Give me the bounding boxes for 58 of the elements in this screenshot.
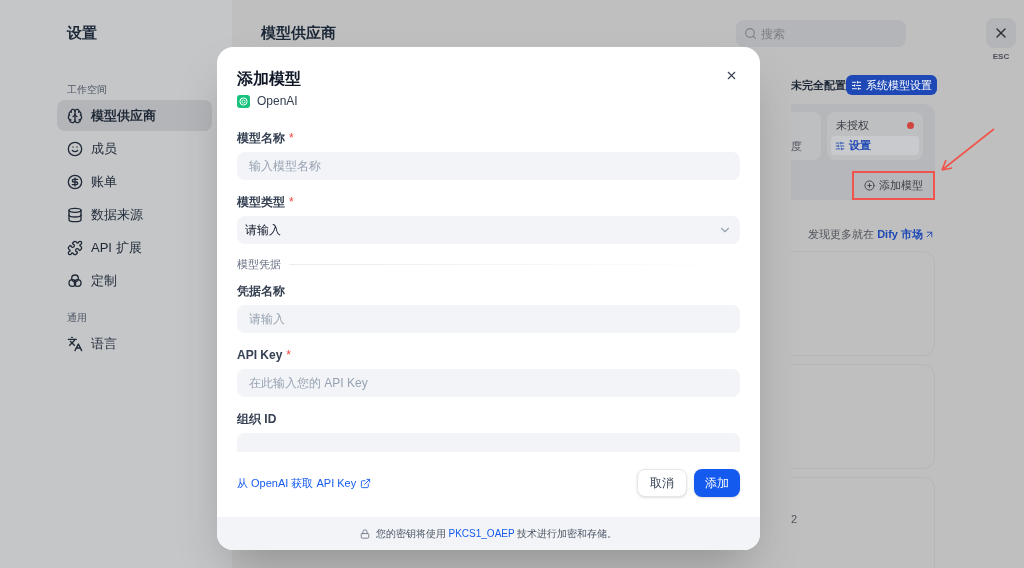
card-text: 2	[791, 512, 798, 525]
marketplace-text: 发现更多就在	[808, 227, 875, 242]
sliders-icon	[851, 79, 862, 91]
sidebar-item[interactable]: 账单	[57, 166, 212, 197]
pkcs-link[interactable]: PKCS1_OAEP	[448, 528, 515, 539]
close-icon	[725, 69, 738, 82]
sidebar-item[interactable]: 模型供应商	[57, 100, 212, 131]
model-type-select[interactable]: 请输入	[237, 216, 740, 244]
help-link[interactable]: 从 OpenAI 获取 API Key	[237, 474, 372, 492]
database-icon	[67, 206, 83, 223]
status-text: 未完全配置	[791, 77, 846, 93]
face-icon	[67, 140, 83, 157]
system-model-settings-button[interactable]: 系统模型设置	[846, 75, 937, 95]
settings-button[interactable]: 设置	[831, 136, 919, 155]
provider-name: OpenAI	[257, 93, 298, 110]
page-title: 模型供应商	[261, 23, 337, 44]
section-heading: 通用	[66, 311, 88, 325]
esc-hint: ESC	[991, 51, 1011, 63]
sidebar-item[interactable]: 定制	[57, 265, 212, 296]
quota-label: 度	[791, 138, 802, 154]
field-label: 模型名称	[237, 130, 285, 147]
plus-circle-icon	[864, 180, 875, 191]
sliders-icon	[835, 140, 845, 151]
brain-icon	[67, 107, 83, 124]
marketplace-link[interactable]: Dify 市场	[877, 226, 935, 243]
close-button[interactable]	[725, 69, 738, 82]
sidebar-item[interactable]: API 扩展	[57, 232, 212, 263]
search-icon	[744, 27, 757, 40]
add-button[interactable]: 添加	[694, 469, 740, 497]
field-label: 组织 ID	[237, 410, 277, 428]
input-field[interactable]: 在此输入您的 API Key	[237, 368, 740, 397]
field-label: 凭据名称	[237, 282, 285, 300]
field-label: 模型类型	[237, 194, 285, 211]
section-label: 模型凭据	[237, 257, 281, 272]
language-icon	[67, 335, 83, 352]
section-heading: 工作空间	[66, 83, 108, 97]
dollar-coin-icon	[67, 173, 83, 190]
lock-icon	[359, 528, 370, 539]
encryption-note: 您的密钥将使用 PKCS1_OAEP 技术进行加密和存储。	[375, 527, 618, 541]
external-link-icon	[360, 477, 372, 489]
sidebar-item[interactable]: 语言	[57, 328, 212, 359]
sidebar-title: 设置	[65, 23, 98, 43]
required-mark: *	[289, 194, 294, 211]
dialog-title: 添加模型	[237, 69, 301, 89]
cancel-button[interactable]: 取消	[637, 469, 687, 497]
input-field[interactable]: 请输入	[237, 304, 740, 333]
add-model-button[interactable]: 添加模型	[860, 174, 927, 197]
sidebar-item[interactable]: 成员	[57, 133, 212, 164]
sidebar-item[interactable]: 数据来源	[57, 199, 212, 230]
auth-status: 未授权	[836, 117, 869, 133]
annotation-arrow	[938, 127, 996, 173]
required-mark: *	[289, 130, 294, 147]
input-field[interactable]: 输入模型名称	[237, 152, 740, 180]
puzzle-icon	[67, 239, 83, 256]
field-label: API Key	[237, 346, 283, 364]
openai-logo-icon	[237, 94, 250, 108]
three-circles-icon	[67, 272, 83, 289]
required-mark: *	[286, 346, 292, 364]
